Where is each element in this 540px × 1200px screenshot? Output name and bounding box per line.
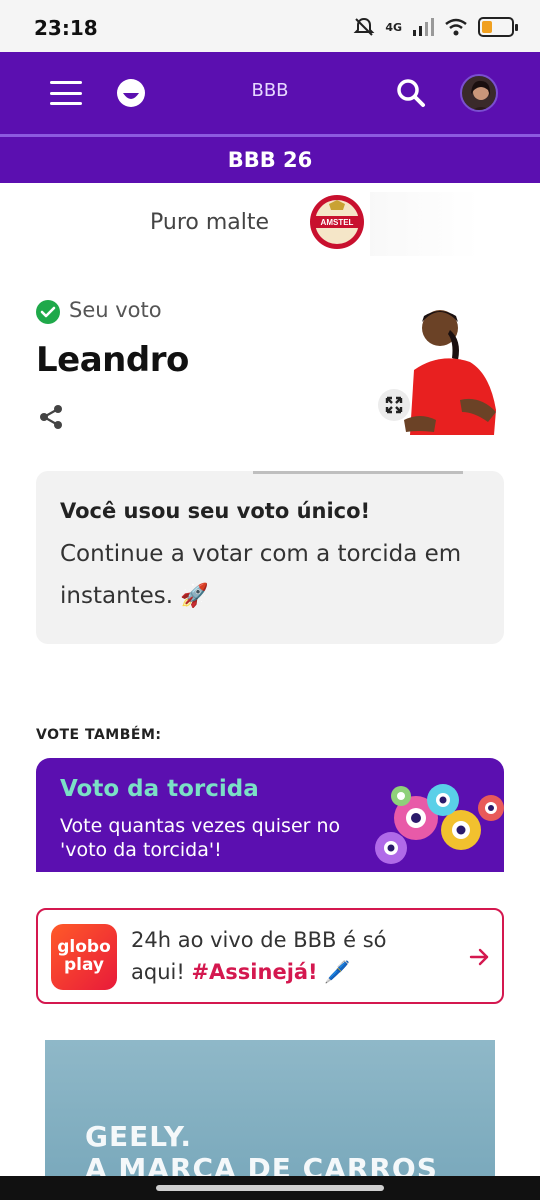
system-nav-bar: [0, 1176, 540, 1200]
torcida-card-title: Voto da torcida: [60, 776, 259, 802]
sponsor-text: Puro malte: [150, 210, 270, 235]
divider: [253, 471, 463, 474]
vote-status-label: Seu voto: [69, 298, 162, 322]
torcida-card-subtitle: Vote quantas vezes quiser no 'voto da to…: [60, 815, 341, 861]
signal-icon: [413, 18, 434, 36]
unique-vote-info-card: Você usou seu voto único! Continue a vot…: [36, 471, 504, 644]
profile-avatar[interactable]: [460, 74, 498, 112]
expand-icon[interactable]: [378, 389, 410, 421]
share-icon[interactable]: [38, 404, 64, 430]
info-card-body: Continue a votar com a torcida em instan…: [60, 541, 462, 609]
advertisement-banner[interactable]: GEELY. A MARCA DE CARROS: [45, 1040, 495, 1180]
app-header: BBB: [0, 52, 540, 134]
check-icon: [36, 300, 60, 324]
voto-da-torcida-card[interactable]: Voto da torcida Vote quantas vezes quise…: [36, 758, 504, 872]
globoplay-hashtag: #Assinejá!: [191, 960, 318, 984]
mute-bell-icon: [353, 17, 375, 36]
vote-also-label: VOTE TAMBÉM:: [36, 727, 162, 743]
pen-emoji: 🖊️: [324, 960, 351, 984]
home-gesture-handle[interactable]: [156, 1185, 384, 1191]
wifi-icon: [445, 18, 467, 36]
amstel-logo: AMSTEL: [310, 195, 364, 249]
eye-mascots-illustration: [375, 784, 504, 864]
arrow-right-icon[interactable]: [468, 946, 490, 968]
section-title: BBB 26: [227, 148, 313, 172]
header-title: BBB: [251, 80, 289, 101]
network-label: 4G: [385, 20, 402, 34]
battery-icon: [478, 17, 518, 37]
globoplay-logo: globo play: [51, 924, 117, 990]
search-icon[interactable]: [396, 78, 426, 108]
battery-level: [482, 21, 492, 33]
section-subheader: BBB 26: [0, 134, 540, 183]
contestant-photo: [404, 310, 496, 435]
sponsor-banner[interactable]: Puro malte: [0, 184, 540, 264]
globoplay-subscribe-card[interactable]: globo play 24h ao vivo de BBB é só aqui!…: [36, 908, 504, 1004]
rocket-emoji: 🚀: [180, 583, 210, 609]
status-time: 23:18: [34, 16, 98, 40]
info-card-title: Você usou seu voto único!: [60, 499, 371, 523]
status-bar: 23:18 4G: [0, 0, 540, 52]
svg-text:AMSTEL: AMSTEL: [321, 218, 354, 227]
status-icons: 4G: [353, 16, 518, 38]
ad-headline-1: GEELY.: [85, 1120, 192, 1153]
voted-contestant-name: Leandro: [36, 340, 189, 380]
